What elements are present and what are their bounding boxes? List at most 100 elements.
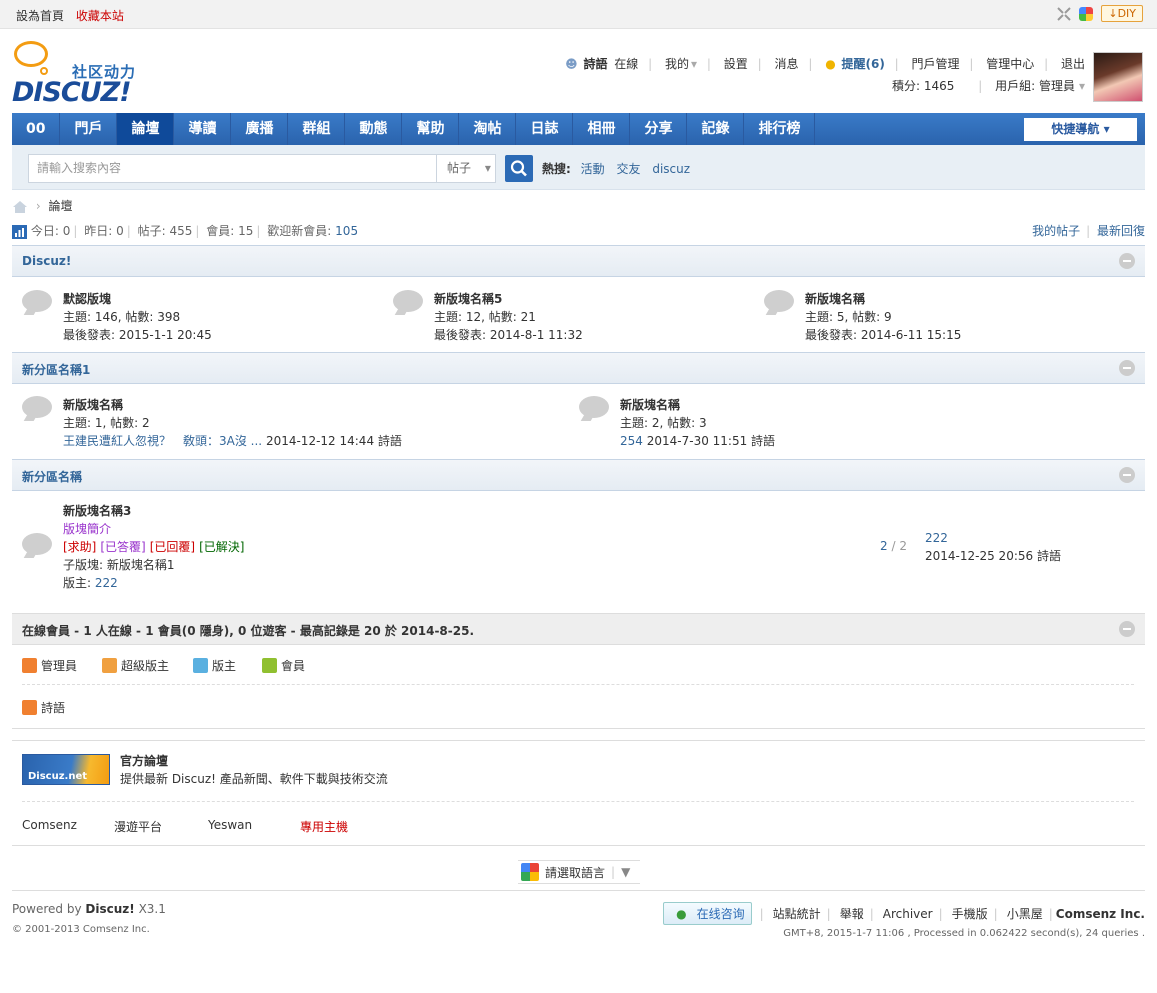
official-forum: 官方論壇 提供最新 Discuz! 產品新聞、軟件下載與技術交流 <box>120 752 388 786</box>
chevron-down-icon: ▾ <box>484 161 491 175</box>
nav-item[interactable]: 00 <box>12 113 61 145</box>
nav-item[interactable]: 動態 <box>345 113 403 145</box>
forum-stats: 今日: 0 | 昨日: 0 | 帖子: 455 | 會員: 15 | 歡迎新會員: 10… <box>12 222 1145 239</box>
search-input[interactable]: 請輸入搜索內容 <box>28 154 438 183</box>
footer-link[interactable]: 小黑屋 <box>1007 905 1043 922</box>
settings-link[interactable]: 設置 <box>724 57 748 71</box>
forum-icon[interactable] <box>393 290 425 316</box>
forum-name[interactable]: 新版塊名稱 <box>63 396 402 414</box>
partner-link[interactable]: 專用主機 <box>300 818 348 835</box>
style-color-icon[interactable] <box>1079 6 1094 21</box>
my-posts-link[interactable]: 我的帖子 <box>1032 224 1080 238</box>
hot-search-link[interactable]: 活動 <box>581 162 605 176</box>
partner-link[interactable]: Yeswan <box>208 818 252 832</box>
online-user-link[interactable]: 詩語 <box>41 699 65 716</box>
avatar[interactable] <box>1093 52 1143 102</box>
home-icon[interactable] <box>12 200 28 214</box>
thread-type-tag[interactable]: [已答覆] <box>100 540 145 554</box>
footer-link[interactable]: Comsenz Inc. <box>1056 907 1145 921</box>
forum-icon[interactable] <box>22 533 54 559</box>
latest-reply-link[interactable]: 最新回復 <box>1097 224 1145 238</box>
hot-search-link[interactable]: discuz <box>652 162 690 176</box>
last-post-link[interactable]: 222 <box>925 529 1061 547</box>
last-post-link[interactable]: 254 <box>620 434 643 448</box>
forum-name[interactable]: 新版塊名稱 <box>805 290 961 308</box>
forum-icon[interactable] <box>579 396 611 422</box>
official-forum-logo[interactable]: Discuz.net <box>22 754 110 785</box>
my-menu[interactable]: 我的 <box>665 57 689 71</box>
thread-type-tag[interactable]: [已解決] <box>199 540 244 554</box>
credits[interactable]: 積分: 1465 <box>892 79 954 93</box>
collapse-icon[interactable] <box>1119 467 1135 483</box>
official-forum-link[interactable]: 官方論壇 <box>120 752 388 770</box>
nav-item[interactable]: 記錄 <box>687 113 745 145</box>
last-post-link[interactable]: 王建民遭紅人忽視？ 敎頭：3A沒 ... <box>63 434 262 448</box>
forum-name[interactable]: 新版塊名稱3 <box>63 502 249 520</box>
online-consult-button[interactable]: ● 在线咨询 <box>663 902 752 925</box>
language-select[interactable]: 請選取語言 | ▼ <box>518 860 640 884</box>
add-favorite-link[interactable]: 收藏本站 <box>76 9 124 23</box>
username-link[interactable]: 詩語 <box>583 57 607 71</box>
nav-item[interactable]: 廣播 <box>231 113 289 145</box>
nav-item[interactable]: 日誌 <box>516 113 574 145</box>
portal-manage-link[interactable]: 門戶管理 <box>912 57 960 71</box>
chevron-down-icon: ▼ <box>621 865 631 879</box>
section-title[interactable]: Discuz! <box>22 254 71 268</box>
nav-item[interactable]: 淘帖 <box>459 113 517 145</box>
product-link[interactable]: Discuz! <box>85 902 134 916</box>
online-status[interactable]: 在線 <box>614 57 638 71</box>
subforum[interactable]: 子版塊: 新版塊名稱1 <box>63 556 249 574</box>
search-type-select[interactable]: 帖子 ▾ <box>436 154 496 183</box>
switch-width-icon[interactable] <box>1057 6 1072 21</box>
collapse-icon[interactable] <box>1119 360 1135 376</box>
quick-nav-button[interactable]: 快捷導航 ▾ <box>1024 118 1137 141</box>
thread-type-tag[interactable]: [求助] <box>63 540 96 554</box>
admin-center-link[interactable]: 管理中心 <box>986 57 1034 71</box>
nav-item[interactable]: 導讀 <box>174 113 232 145</box>
nav-item[interactable]: 門戶 <box>60 113 118 145</box>
forum-counts: 2 / 2 <box>880 539 907 553</box>
footer-link[interactable]: Archiver <box>883 907 933 921</box>
online-title[interactable]: 在線會員 - 1 人在線 - 1 會員(0 隱身), 0 位遊客 - 最高記錄是… <box>22 622 474 639</box>
hot-search: 熱搜: 活動 交友 discuz <box>542 162 691 176</box>
forum-icon[interactable] <box>22 290 54 316</box>
chevron-down-icon: ▾ <box>1103 122 1110 136</box>
footer-link[interactable]: 舉報 <box>840 905 864 922</box>
forum-name[interactable]: 新版塊名稱5 <box>434 290 583 308</box>
forum-icon[interactable] <box>22 396 54 422</box>
section-title[interactable]: 新分區名稱 <box>22 468 82 485</box>
user-icon <box>102 658 117 673</box>
collapse-icon[interactable] <box>1119 621 1135 637</box>
forum-icon[interactable] <box>764 290 796 316</box>
nav-item[interactable]: 排行榜 <box>744 113 816 145</box>
thread-type-tag[interactable]: [已回覆] <box>150 540 195 554</box>
footer-link[interactable]: 站點統計 <box>773 905 821 922</box>
logout-link[interactable]: 退出 <box>1061 57 1085 71</box>
search-bar: 請輸入搜索內容 帖子 ▾ 熱搜: 活動 交友 discuz <box>12 145 1145 190</box>
set-homepage-link[interactable]: 設為首頁 <box>16 9 64 23</box>
nav-item[interactable]: 幫助 <box>402 113 460 145</box>
search-button[interactable] <box>505 155 533 182</box>
forum-name[interactable]: 新版塊名稱 <box>620 396 775 414</box>
breadcrumb-current[interactable]: 論壇 <box>48 199 72 213</box>
forum-name[interactable]: 默認版塊 <box>63 290 212 308</box>
hot-search-link[interactable]: 交友 <box>616 162 640 176</box>
site-logo[interactable]: 社区动力 DISCUZ! <box>12 39 152 109</box>
footer-link[interactable]: 手機版 <box>952 905 988 922</box>
new-member-link[interactable]: 105 <box>335 224 358 238</box>
nav-item[interactable]: 相冊 <box>573 113 631 145</box>
nav-item[interactable]: 分享 <box>630 113 688 145</box>
nav-item[interactable]: 群組 <box>288 113 346 145</box>
partner-link[interactable]: Comsenz <box>22 818 77 832</box>
section-header: 新分區名稱1 <box>12 352 1145 384</box>
usergroup[interactable]: 用戶組: 管理員 <box>995 79 1075 93</box>
google-icon <box>521 863 539 881</box>
nav-item[interactable]: 論壇 <box>117 113 175 145</box>
messages-link[interactable]: 消息 <box>774 57 798 71</box>
section-title[interactable]: 新分區名稱1 <box>22 361 90 378</box>
partner-link[interactable]: 漫遊平台 <box>114 818 162 835</box>
diy-button[interactable]: ↓DIY <box>1101 5 1143 22</box>
collapse-icon[interactable] <box>1119 253 1135 269</box>
moderator-link[interactable]: 222 <box>95 576 118 590</box>
remind-link[interactable]: 提醒(6) <box>842 57 885 71</box>
